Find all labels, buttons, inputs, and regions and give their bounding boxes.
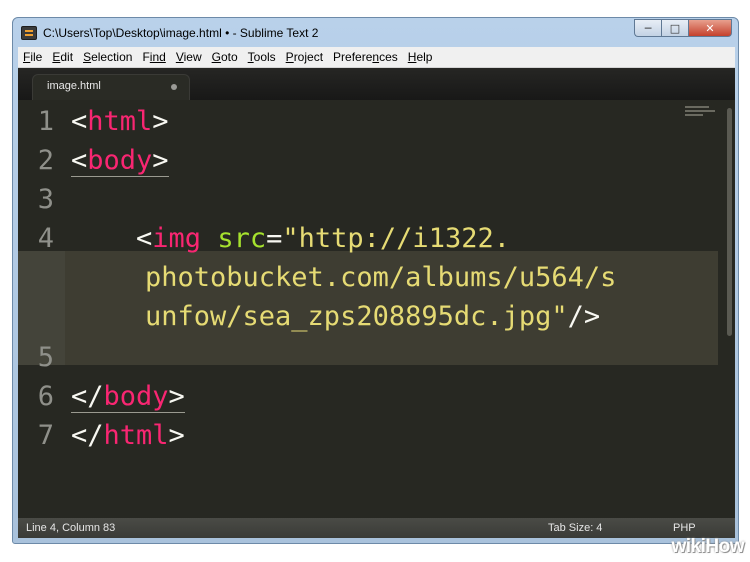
menu-preferences[interactable]: Preferences [328, 50, 403, 64]
scrollbar-thumb[interactable] [727, 108, 732, 336]
line-number: 4 [37, 223, 54, 254]
menu-find[interactable]: Find [137, 50, 170, 64]
menu-edit[interactable]: Edit [47, 50, 78, 64]
code-line-2: <body> [71, 141, 169, 180]
tab-size-selector[interactable]: Tab Size: 4 [548, 522, 602, 534]
code-editor[interactable]: 1 2 3 4 5 6 7 <html> <body> <img src="ht… [18, 100, 735, 518]
vertical-scrollbar[interactable] [721, 100, 735, 518]
title-bar[interactable]: C:\Users\Top\Desktop\image.html • - Subl… [13, 18, 738, 48]
minimap[interactable] [685, 106, 715, 120]
cursor-position: Line 4, Column 83 [26, 522, 116, 534]
tab-image-html[interactable]: image.html [32, 74, 190, 100]
close-button[interactable]: ✕ [688, 19, 732, 37]
code-line-4: <img src="http://i1322. [136, 223, 510, 254]
line-number: 7 [37, 420, 54, 451]
line-number: 1 [37, 106, 54, 137]
code-line-1: <html> [71, 106, 169, 137]
window-title: C:\Users\Top\Desktop\image.html • - Subl… [43, 26, 319, 40]
unsaved-dot-icon[interactable] [171, 84, 177, 90]
editor-window: C:\Users\Top\Desktop\image.html • - Subl… [12, 17, 739, 544]
tab-label: image.html [47, 80, 101, 92]
menu-view[interactable]: View [171, 50, 207, 64]
code-line-7: </html> [71, 420, 185, 451]
menu-selection[interactable]: Selection [78, 50, 137, 64]
menu-goto[interactable]: Goto [207, 50, 243, 64]
sublime-app-icon[interactable] [21, 26, 37, 40]
menu-tools[interactable]: Tools [243, 50, 281, 64]
tab-bar: image.html [18, 68, 735, 100]
minimize-button[interactable]: ─ [634, 19, 661, 37]
menu-file[interactable]: File [18, 50, 47, 64]
status-bar: Line 4, Column 83 Tab Size: 4 PHP [18, 518, 735, 538]
line-number: 2 [37, 145, 54, 176]
code-line-4-wrap-1: photobucket.com/albums/u564/s [145, 262, 617, 293]
maximize-button[interactable]: □ [661, 19, 688, 37]
menu-project[interactable]: Project [281, 50, 328, 64]
menu-help[interactable]: Help [403, 50, 438, 64]
line-number: 6 [37, 381, 54, 412]
wikihow-watermark: wikiHow [671, 536, 744, 557]
code-line-6: </body> [71, 377, 185, 416]
line-number: 5 [37, 342, 54, 373]
line-number: 3 [37, 184, 54, 215]
matched-tag-underline: </body> [71, 381, 185, 413]
editor-frame: image.html 1 2 3 4 5 6 7 <html> <body> <… [18, 68, 735, 538]
menu-bar: File Edit Selection Find View Goto Tools… [18, 47, 735, 68]
matched-tag-underline: <body> [71, 145, 169, 177]
syntax-selector[interactable]: PHP [673, 522, 696, 534]
code-line-4-wrap-2: unfow/sea_zps208895dc.jpg"/> [145, 301, 601, 332]
